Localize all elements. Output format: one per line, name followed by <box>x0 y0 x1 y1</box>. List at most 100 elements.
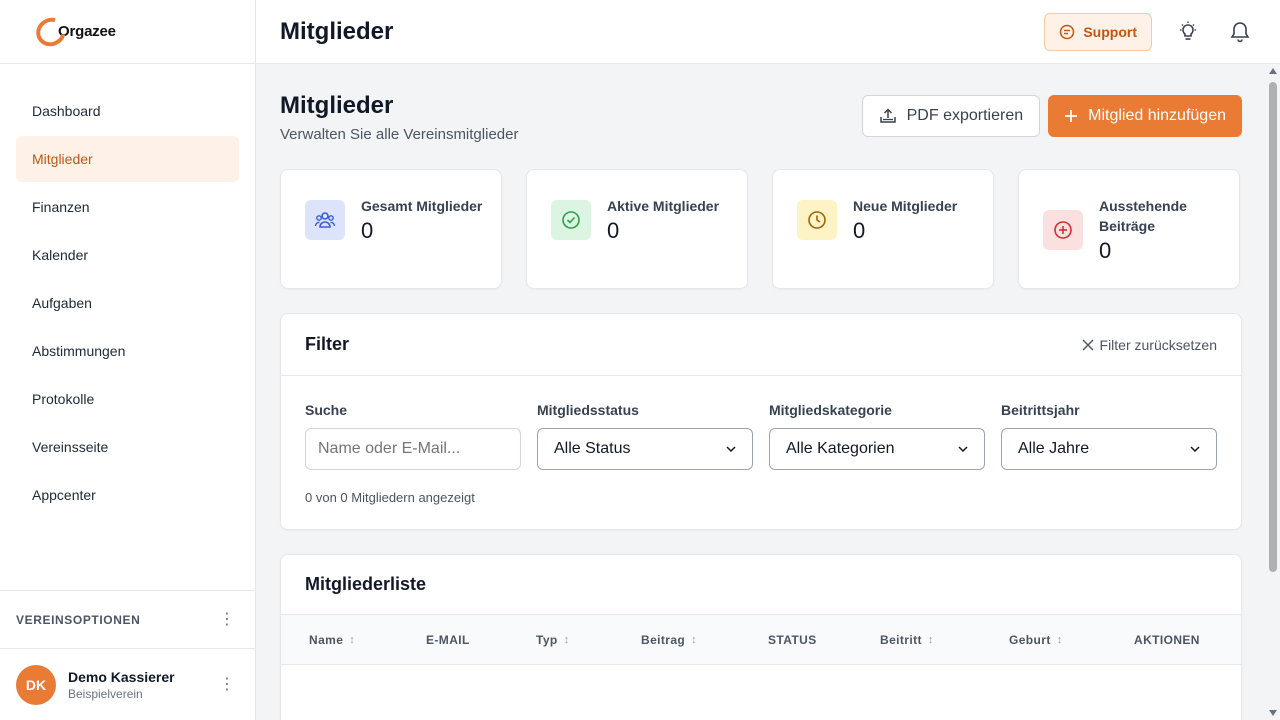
column-name[interactable]: Name ↕ <box>281 633 398 647</box>
category-select-value: Alle Kategorien <box>786 440 895 457</box>
column-email-label: E-MAIL <box>426 632 470 647</box>
column-email: E-MAIL <box>398 633 508 647</box>
vereinsoptionen-label: VEREINSOPTIONEN <box>16 612 141 627</box>
sidebar: Orgazee Dashboard Mitglieder Finanzen Ka… <box>0 0 256 720</box>
search-field: Suche <box>305 402 521 470</box>
page-actions: PDF exportieren Mitglied hinzufügen <box>861 95 1242 137</box>
sort-icon: ↕ <box>349 633 356 646</box>
sidebar-nav: Dashboard Mitglieder Finanzen Kalender A… <box>0 64 255 518</box>
pdf-export-button[interactable]: PDF exportieren <box>861 95 1041 137</box>
stat-label: Aktive Mitglieder <box>607 198 720 214</box>
status-select-value: Alle Status <box>554 440 631 457</box>
column-aktionen: AKTIONEN <box>1106 633 1216 647</box>
category-select[interactable]: Alle Kategorien <box>769 428 985 470</box>
page-subtitle: Verwalten Sie alle Vereinsmitglieder <box>280 126 519 143</box>
category-label: Mitgliedskategorie <box>769 402 892 418</box>
user-menu-dots-icon[interactable]: ⋮ <box>219 676 235 693</box>
pdf-export-label: PDF exportieren <box>906 107 1024 124</box>
avatar: DK <box>16 664 56 705</box>
column-status-label: STATUS <box>768 632 817 647</box>
scroll-up-icon[interactable] <box>1269 68 1277 74</box>
sidebar-item-protokolle[interactable]: Protokolle <box>16 376 239 422</box>
sidebar-item-dashboard[interactable]: Dashboard <box>16 88 239 134</box>
stat-card-total: Gesamt Mitglieder 0 <box>280 169 502 289</box>
user-info: Demo Kassierer Beispielverein <box>68 669 219 701</box>
page-heading: Mitglieder Verwalten Sie alle Vereinsmit… <box>280 92 518 143</box>
status-field: Mitgliedsstatus Alle Status <box>537 402 753 470</box>
stat-value: 0 <box>361 218 374 243</box>
add-member-label: Mitglied hinzufügen <box>1088 107 1226 124</box>
users-icon <box>305 200 345 240</box>
filter-title: Filter <box>305 334 350 354</box>
column-aktionen-label: AKTIONEN <box>1134 632 1200 647</box>
column-status: STATUS <box>740 633 852 647</box>
topbar: Mitglieder Support <box>256 0 1280 64</box>
plus-circle-icon <box>1043 210 1083 250</box>
year-label: Beitrittsjahr <box>1001 402 1080 418</box>
status-label: Mitgliedsstatus <box>537 402 639 418</box>
column-beitritt-label: Beitritt <box>880 632 922 647</box>
column-beitrag[interactable]: Beitrag ↕ <box>613 633 740 647</box>
search-input[interactable] <box>305 428 521 470</box>
logo[interactable]: Orgazee <box>0 0 255 64</box>
sort-icon: ↕ <box>563 633 570 646</box>
page-header: Mitglieder Verwalten Sie alle Vereinsmit… <box>280 92 1242 143</box>
clock-icon <box>797 200 837 240</box>
add-member-button[interactable]: Mitglied hinzufügen <box>1048 95 1242 137</box>
sort-icon: ↕ <box>1056 633 1063 646</box>
chevron-down-icon <box>726 446 736 452</box>
stat-label: Ausstehende Beiträge <box>1099 198 1187 234</box>
scroll-thumb[interactable] <box>1269 82 1277 572</box>
user-profile[interactable]: DK Demo Kassierer Beispielverein ⋮ <box>0 648 255 720</box>
stat-value: 0 <box>1099 238 1112 263</box>
status-select[interactable]: Alle Status <box>537 428 753 470</box>
year-select[interactable]: Alle Jahre <box>1001 428 1217 470</box>
member-list-card: Mitgliederliste Name ↕ E-MAIL Typ ↕ Beitra… <box>280 554 1242 720</box>
column-typ-label: Typ <box>536 632 558 647</box>
bell-icon <box>1230 21 1250 42</box>
topbar-actions: Support <box>1044 12 1256 51</box>
stat-value: 0 <box>853 218 866 243</box>
scrollbar[interactable] <box>1266 64 1280 720</box>
column-geburt[interactable]: Geburt ↕ <box>981 633 1106 647</box>
theme-toggle-button[interactable] <box>1172 16 1204 48</box>
sidebar-item-appcenter[interactable]: Appcenter <box>16 472 239 518</box>
page-title: Mitglieder <box>280 92 394 119</box>
filter-fields: Suche Mitgliedsstatus Alle Status Mitgli… <box>305 402 1217 470</box>
stat-card-active: Aktive Mitglieder 0 <box>526 169 748 289</box>
support-button[interactable]: Support <box>1044 12 1152 51</box>
stat-body: Gesamt Mitglieder 0 <box>361 196 491 244</box>
sidebar-item-aufgaben[interactable]: Aufgaben <box>16 280 239 326</box>
member-list-header: Mitgliederliste <box>281 555 1241 615</box>
stat-value: 0 <box>607 218 620 243</box>
stat-body: Neue Mitglieder 0 <box>853 196 983 244</box>
sidebar-item-kalender[interactable]: Kalender <box>16 232 239 278</box>
sidebar-item-finanzen[interactable]: Finanzen <box>16 184 239 230</box>
stat-body: Ausstehende Beiträge 0 <box>1099 196 1229 264</box>
sidebar-item-vereinsseite[interactable]: Vereinsseite <box>16 424 239 470</box>
filter-card: Filter Filter zurücksetzen Suche Mitglie… <box>280 313 1242 530</box>
column-beitritt[interactable]: Beitritt ↕ <box>852 633 981 647</box>
sidebar-item-mitglieder[interactable]: Mitglieder <box>16 136 239 182</box>
stat-card-pending: Ausstehende Beiträge 0 <box>1018 169 1240 289</box>
filter-body: Suche Mitgliedsstatus Alle Status Mitgli… <box>281 376 1241 529</box>
plus-icon <box>1065 110 1078 122</box>
vereinsoptionen-section: VEREINSOPTIONEN ⋮ <box>0 590 255 648</box>
reset-filter-button[interactable]: Filter zurücksetzen <box>1082 337 1217 353</box>
main-content: Mitglieder Verwalten Sie alle Vereinsmit… <box>256 64 1266 720</box>
year-field: Beitrittsjahr Alle Jahre <box>1001 402 1217 470</box>
chevron-down-icon <box>958 446 968 452</box>
column-typ[interactable]: Typ ↕ <box>508 633 613 647</box>
column-name-label: Name <box>309 632 344 647</box>
member-list-title: Mitgliederliste <box>305 574 427 594</box>
topbar-title: Mitglieder <box>280 17 394 45</box>
notifications-button[interactable] <box>1224 16 1256 48</box>
sort-icon: ↕ <box>927 633 934 646</box>
stats-row: Gesamt Mitglieder 0 Aktive Mitglieder 0 … <box>280 169 1242 289</box>
stat-label: Neue Mitglieder <box>853 198 958 214</box>
scroll-down-icon[interactable] <box>1269 710 1277 716</box>
sidebar-item-abstimmungen[interactable]: Abstimmungen <box>16 328 239 374</box>
vertical-dots-icon[interactable]: ⋮ <box>219 611 235 628</box>
table-body <box>281 665 1241 720</box>
stat-body: Aktive Mitglieder 0 <box>607 196 737 244</box>
